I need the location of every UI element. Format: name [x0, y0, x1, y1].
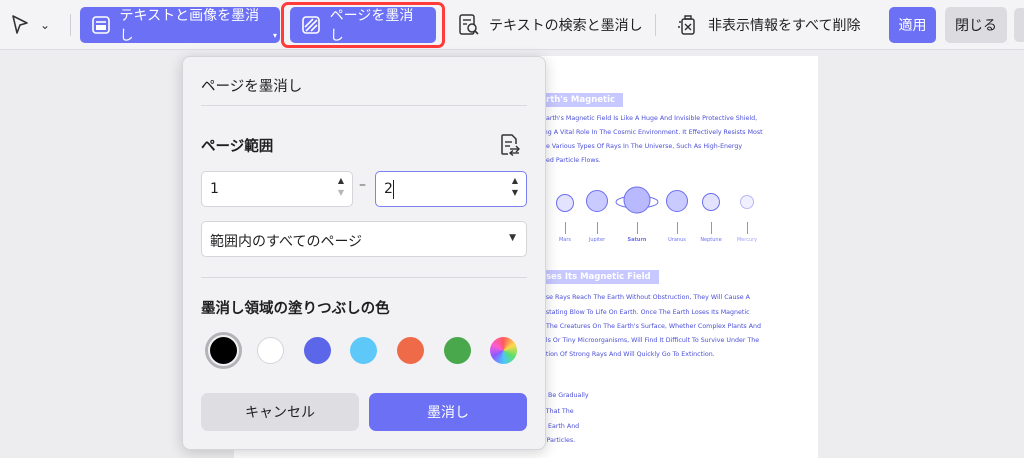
doc-text-line: ing A Vital Role In The Cosmic Environme…: [542, 129, 763, 136]
text-caret: [393, 180, 394, 199]
color-swatch-black[interactable]: [210, 337, 237, 364]
redact-text-image-label: テキストと画像を墨消し: [119, 8, 260, 44]
doc-text-line: l That The: [542, 408, 574, 415]
close-button[interactable]: 閉じる: [945, 7, 1007, 43]
dialog-title: ページを墨消し: [201, 79, 303, 95]
planet-tick: [565, 222, 566, 234]
toolbar: ⌄ テキストと画像を墨消し ▾ ページを墨消し テキストの検索と墨消し 非表示情…: [0, 0, 1024, 50]
search-and-redact-label: テキストの検索と墨消し: [489, 18, 643, 34]
cursor-icon: [12, 15, 28, 34]
doc-heading: ses Its Magnetic Field: [536, 270, 659, 284]
remove-hidden-info-label: 非表示情報をすべて削除: [708, 18, 861, 34]
doc-heading: rth's Magnetic: [536, 93, 624, 107]
planet-label: Saturn: [627, 237, 647, 243]
cancel-label: キャンセル: [245, 405, 315, 421]
stepper-down-icon[interactable]: ▼: [338, 189, 344, 201]
toolbar-divider: [655, 14, 656, 36]
range-separator: –: [359, 177, 366, 193]
planet-tick: [747, 222, 748, 234]
planet-tick: [711, 222, 712, 234]
search-and-redact-button[interactable]: テキストの検索と墨消し: [457, 7, 643, 43]
page-range-label: ページ範囲: [201, 139, 274, 155]
range-from-value: 1: [210, 181, 219, 197]
range-from-input[interactable]: 1 ▲ ▼: [201, 171, 353, 207]
doc-text-line: r Particles.: [542, 437, 576, 444]
planet-uranus: [666, 190, 688, 212]
doc-text-line: , The Creatures On The Earth's Surface, …: [542, 323, 761, 330]
planet-label: Jupiter: [588, 237, 606, 243]
range-from-stepper[interactable]: ▲ ▼: [338, 177, 344, 201]
redact-page-icon: [300, 14, 322, 36]
select-tool-button[interactable]: ⌄: [10, 11, 62, 39]
fill-color-label: 墨消し領域の塗りつぶしの色: [201, 301, 390, 317]
doc-text-line: Earth's Magnetic Field Is Like A Huge An…: [542, 115, 758, 122]
dialog-divider: [201, 277, 527, 278]
planet-tick: [637, 222, 638, 234]
planet-label: Mercury: [736, 237, 758, 243]
planet-saturn: [615, 186, 659, 214]
remove-hidden-icon: [676, 13, 700, 37]
redact-confirm-label: 墨消し: [427, 405, 469, 421]
doc-text-line: ged Particle Flows.: [542, 157, 601, 164]
color-swatch-orange[interactable]: [397, 337, 424, 364]
doc-text-line: d Be Gradually: [542, 392, 589, 399]
redact-text-icon: [90, 14, 112, 36]
planet-mercury: [740, 195, 754, 209]
chevron-down-icon: ▼: [509, 233, 516, 243]
dialog-divider: [201, 105, 527, 106]
toolbar-overflow-button[interactable]: [1014, 8, 1024, 42]
doc-text-line: astating Blow To Life On Earth. Once The…: [542, 309, 750, 316]
planet-tick: [677, 222, 678, 234]
close-label: 閉じる: [955, 18, 997, 34]
redact-page-label: ページを墨消し: [329, 8, 414, 44]
toolbar-divider: [70, 14, 71, 36]
cancel-button[interactable]: キャンセル: [201, 393, 359, 431]
doc-text-line: ese Rays Reach The Earth Without Obstruc…: [542, 294, 750, 301]
apply-label: 適用: [898, 18, 927, 34]
apply-button[interactable]: 適用: [889, 7, 936, 43]
planet-neptune: [702, 193, 720, 211]
range-subset-select[interactable]: 範囲内のすべてのページ ▼: [201, 221, 527, 257]
range-to-value: 2: [384, 181, 393, 197]
stepper-down-icon[interactable]: ▼: [512, 189, 518, 201]
doc-text-line: als Or Tiny Microorganisms, Will Find It…: [542, 337, 760, 344]
planet-jupiter: [586, 190, 608, 212]
doc-text-line: he Various Types Of Rays In The Universe…: [542, 143, 743, 150]
swap-range-icon[interactable]: [499, 133, 521, 157]
chevron-down-icon: ▾: [272, 31, 277, 40]
remove-hidden-info-button[interactable]: 非表示情報をすべて削除: [676, 7, 860, 43]
color-swatch-blue[interactable]: [304, 337, 331, 364]
color-swatch-light-blue[interactable]: [350, 337, 377, 364]
search-document-icon: [457, 13, 481, 37]
doc-text-line: ation Of Strong Rays And Will Quickly Go…: [542, 351, 715, 358]
planet-tick: [597, 222, 598, 234]
doc-text-line: n Earth And: [542, 423, 580, 430]
redact-page-button[interactable]: ページを墨消し: [290, 7, 436, 44]
redact-page-dialog: ページを墨消し ページ範囲 1 ▲ ▼ – 2 ▲ ▼ 範囲内のすべてのページ …: [182, 56, 546, 450]
color-swatch-white[interactable]: [257, 337, 284, 364]
color-swatch-custom[interactable]: [490, 337, 517, 364]
redact-text-image-button[interactable]: テキストと画像を墨消し ▾: [80, 7, 280, 44]
color-swatch-green[interactable]: [444, 337, 471, 364]
range-subset-value: 範囲内のすべてのページ: [210, 234, 363, 250]
planet-mars: [556, 194, 574, 212]
redact-confirm-button[interactable]: 墨消し: [369, 393, 527, 431]
range-to-stepper[interactable]: ▲ ▼: [512, 177, 518, 201]
chevron-down-icon[interactable]: ⌄: [40, 18, 50, 32]
range-to-input[interactable]: 2 ▲ ▼: [375, 171, 527, 207]
